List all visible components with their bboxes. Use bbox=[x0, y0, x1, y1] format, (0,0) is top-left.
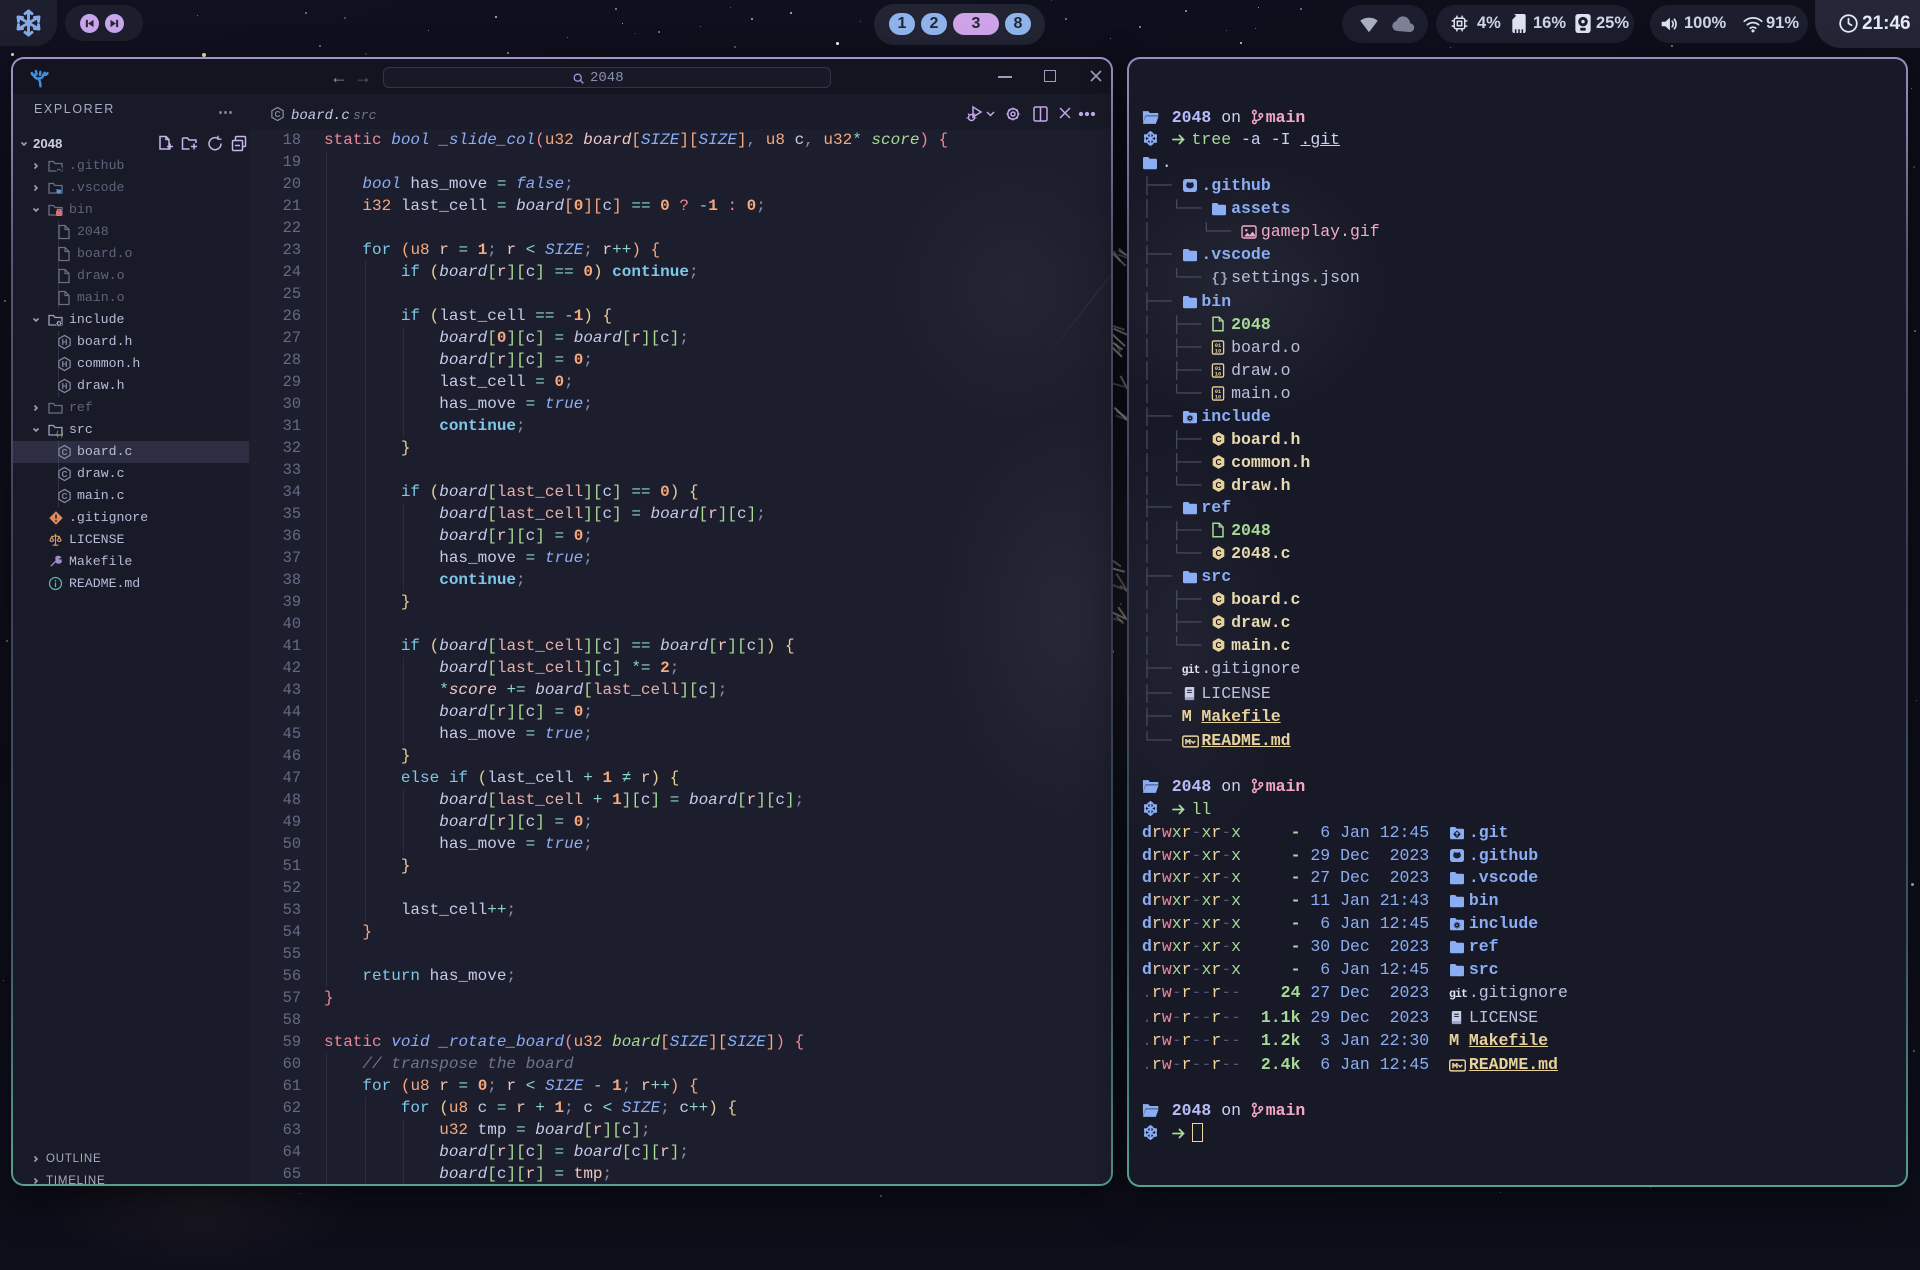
svg-text:C: C bbox=[1216, 480, 1222, 490]
svg-text:(): () bbox=[56, 431, 64, 438]
svg-text:C: C bbox=[62, 470, 68, 479]
svg-text:C: C bbox=[1216, 594, 1222, 604]
svg-text:C: C bbox=[1216, 640, 1222, 650]
svg-text:H: H bbox=[62, 360, 68, 369]
svg-text:C: C bbox=[1216, 457, 1222, 467]
svg-text:C: C bbox=[62, 448, 68, 457]
svg-text:10: 10 bbox=[1215, 371, 1221, 377]
svg-text:C: C bbox=[1216, 434, 1222, 444]
svg-text:C: C bbox=[1216, 617, 1222, 627]
svg-text:C: C bbox=[275, 110, 281, 119]
svg-text:10: 10 bbox=[1215, 348, 1221, 354]
svg-text:10: 10 bbox=[1215, 394, 1221, 400]
svg-text:C: C bbox=[62, 492, 68, 501]
svg-text:H: H bbox=[62, 338, 68, 347]
svg-text:C: C bbox=[1216, 549, 1222, 559]
svg-text:H: H bbox=[62, 382, 68, 391]
